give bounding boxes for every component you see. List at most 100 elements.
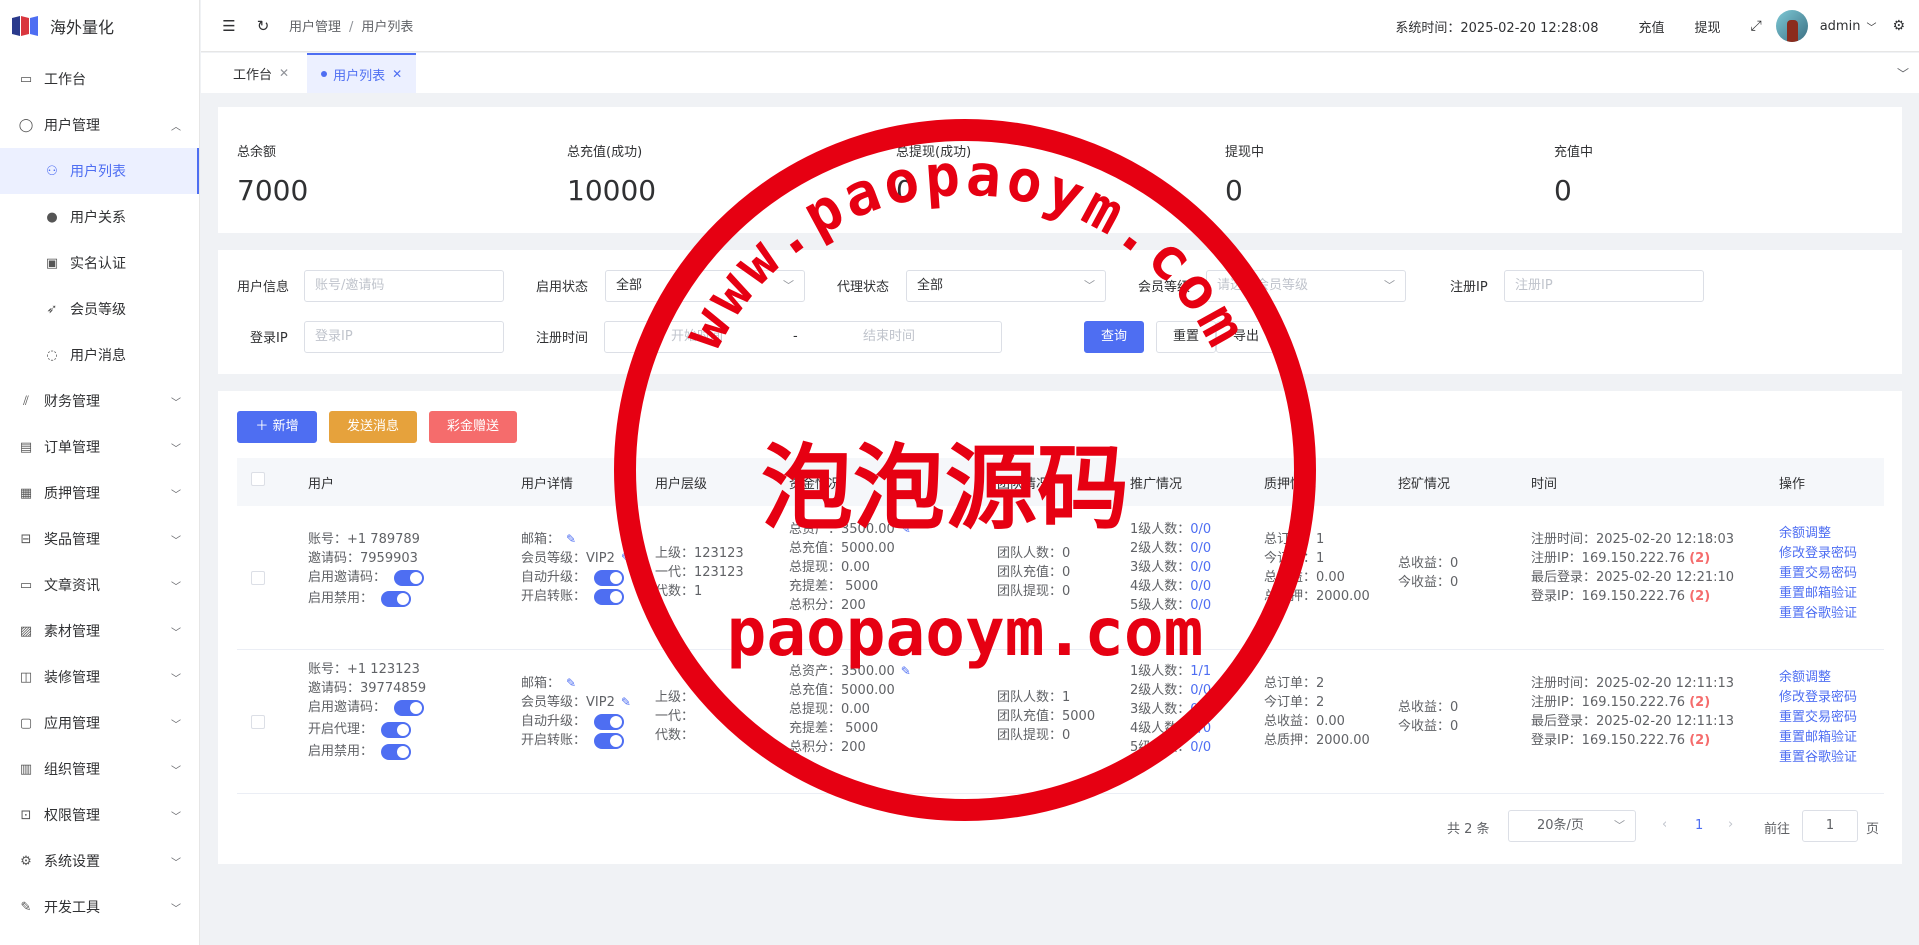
promo-count-link[interactable]: 0/0 xyxy=(1190,681,1211,700)
sidebar-item-permission[interactable]: ⊡ 权限管理 ﹀ xyxy=(0,792,199,838)
username[interactable]: admin xyxy=(1820,19,1861,34)
next-page-icon[interactable]: › xyxy=(1728,817,1733,832)
chevron-down-icon[interactable]: ﹀ xyxy=(1866,19,1876,34)
promo-count-link[interactable]: 0/0 xyxy=(1190,539,1211,558)
sidebar-item-dev-tools[interactable]: ✎ 开发工具 ﹀ xyxy=(0,884,199,930)
invite-code-switch[interactable] xyxy=(394,699,425,716)
edit-icon[interactable]: ✎ xyxy=(566,674,576,693)
login-ip-input[interactable]: 登录IP xyxy=(304,321,504,353)
fullscreen-icon[interactable]: ⤢ xyxy=(1751,18,1762,34)
chevron-down-icon: ﹀ xyxy=(1084,279,1095,292)
edit-icon[interactable]: ✎ xyxy=(901,662,911,681)
reset-email-verify-link[interactable]: 重置邮箱验证 xyxy=(1779,728,1857,748)
balance-adjust-link[interactable]: 余额调整 xyxy=(1779,524,1857,544)
gift-icon: ⊟ xyxy=(20,531,32,547)
user-list-icon: ⚇ xyxy=(46,163,58,179)
reset-google-verify-link[interactable]: 重置谷歌验证 xyxy=(1779,748,1857,768)
lottery-gift-button[interactable]: 彩金赠送 xyxy=(429,411,517,443)
balance-adjust-link[interactable]: 余额调整 xyxy=(1779,668,1857,688)
change-login-password-link[interactable]: 修改登录密码 xyxy=(1779,688,1857,708)
sidebar-item-application[interactable]: ▢ 应用管理 ﹀ xyxy=(0,700,199,746)
add-button[interactable]: ＋ 新增 xyxy=(237,411,317,443)
promo-count-link[interactable]: 0/0 xyxy=(1190,700,1211,719)
menu-fold-icon[interactable]: ☰ xyxy=(219,17,239,35)
th-promotion: 推广情况 xyxy=(1130,477,1183,492)
sidebar-item-finance[interactable]: ⫽ 财务管理 ﹀ xyxy=(0,378,199,424)
export-button[interactable]: 导出 xyxy=(1216,321,1276,353)
prev-page-icon[interactable]: ‹ xyxy=(1662,817,1667,832)
refresh-icon[interactable]: ↻ xyxy=(253,17,273,35)
sidebar-item-decor[interactable]: ◫ 装修管理 ﹀ xyxy=(0,654,199,700)
tab-workbench[interactable]: 工作台 ✕ xyxy=(219,53,303,93)
sidebar-item-user-message[interactable]: ◌ 用户消息 xyxy=(0,332,199,378)
sidebar-item-member-level[interactable]: ➶ 会员等级 xyxy=(0,286,199,332)
goto-page-input[interactable]: 1 xyxy=(1802,810,1858,842)
edit-icon[interactable]: ✎ xyxy=(621,693,631,712)
start-time-input[interactable]: 开始时间 xyxy=(671,322,723,352)
sidebar-item-system-settings[interactable]: ⚙ 系统设置 ﹀ xyxy=(0,838,199,884)
page-1[interactable]: 1 xyxy=(1695,818,1703,833)
sidebar-item-pledge[interactable]: ▦ 质押管理 ﹀ xyxy=(0,470,199,516)
agent-switch[interactable] xyxy=(381,721,412,738)
end-time-input[interactable]: 结束时间 xyxy=(863,322,915,352)
member-level-select[interactable]: 请选择会员等级 ﹀ xyxy=(1206,270,1406,302)
reset-button[interactable]: 重置 xyxy=(1156,321,1216,353)
promo-count-link[interactable]: 0/0 xyxy=(1190,520,1211,539)
avatar[interactable] xyxy=(1775,10,1808,42)
app-name: 海外量化 xyxy=(50,18,115,37)
relation-icon: ● xyxy=(46,209,58,225)
enable-status-select[interactable]: 全部 ﹀ xyxy=(605,270,805,302)
th-user: 用户 xyxy=(308,477,335,492)
breadcrumb-user-management[interactable]: 用户管理 xyxy=(289,20,341,35)
promo-count-link[interactable]: 0/0 xyxy=(1190,577,1211,596)
sidebar-item-prize[interactable]: ⊟ 奖品管理 ﹀ xyxy=(0,516,199,562)
query-button[interactable]: 查询 xyxy=(1084,321,1144,353)
invite-code-switch[interactable] xyxy=(394,569,425,586)
enable-switch[interactable] xyxy=(381,590,412,607)
reset-email-verify-link[interactable]: 重置邮箱验证 xyxy=(1779,584,1857,604)
change-login-password-link[interactable]: 修改登录密码 xyxy=(1779,544,1857,564)
send-message-button[interactable]: 发送消息 xyxy=(329,411,417,443)
agent-status-select[interactable]: 全部 ﹀ xyxy=(906,270,1106,302)
sidebar-item-organization[interactable]: ▥ 组织管理 ﹀ xyxy=(0,746,199,792)
row-checkbox[interactable] xyxy=(251,571,265,585)
transfer-switch[interactable] xyxy=(594,732,625,749)
close-icon[interactable]: ✕ xyxy=(392,67,402,81)
user-info-input[interactable]: 账号/邀请码 xyxy=(304,270,504,302)
logo[interactable]: 海外量化 xyxy=(0,0,199,52)
reset-trade-password-link[interactable]: 重置交易密码 xyxy=(1779,708,1857,728)
sidebar-item-workbench[interactable]: ▭ 工作台 xyxy=(0,56,199,102)
row-checkbox[interactable] xyxy=(251,715,265,729)
transfer-switch[interactable] xyxy=(594,588,625,605)
promo-count-link[interactable]: 0/0 xyxy=(1190,719,1211,738)
settings-icon[interactable]: ⚙ xyxy=(1892,18,1905,34)
promo-count-link[interactable]: 0/0 xyxy=(1190,738,1211,757)
sidebar-item-article[interactable]: ▭ 文章资讯 ﹀ xyxy=(0,562,199,608)
sidebar-item-real-name[interactable]: ▣ 实名认证 xyxy=(0,240,199,286)
chevron-down-icon[interactable]: ﹀ xyxy=(1897,65,1909,82)
page-size-select[interactable]: 20条/页 ﹀ xyxy=(1508,810,1636,842)
reg-ip-input[interactable]: 注册IP xyxy=(1504,270,1704,302)
tab-user-list[interactable]: 用户列表 ✕ xyxy=(307,53,417,93)
auto-upgrade-switch[interactable] xyxy=(594,569,625,586)
enable-switch[interactable] xyxy=(381,743,412,760)
promo-count-link[interactable]: 0/0 xyxy=(1190,558,1211,577)
sidebar-item-user-management[interactable]: ◯ 用户管理 ︿ xyxy=(0,102,199,148)
sidebar-item-user-relation[interactable]: ● 用户关系 xyxy=(0,194,199,240)
withdraw-link[interactable]: 提现 xyxy=(1694,17,1720,36)
auto-upgrade-switch[interactable] xyxy=(594,713,625,730)
edit-icon[interactable]: ✎ xyxy=(566,530,576,549)
recharge-link[interactable]: 充值 xyxy=(1638,17,1664,36)
reset-trade-password-link[interactable]: 重置交易密码 xyxy=(1779,564,1857,584)
select-all-checkbox[interactable] xyxy=(251,472,265,486)
reg-time-range-picker[interactable]: 开始时间 - 结束时间 xyxy=(604,321,1002,353)
sidebar-item-material[interactable]: ▨ 素材管理 ﹀ xyxy=(0,608,199,654)
close-icon[interactable]: ✕ xyxy=(279,66,289,80)
reset-google-verify-link[interactable]: 重置谷歌验证 xyxy=(1779,604,1857,624)
edit-icon[interactable]: ✎ xyxy=(901,520,911,539)
sidebar-item-user-list[interactable]: ⚇ 用户列表 xyxy=(0,148,199,194)
promo-count-link[interactable]: 0/0 xyxy=(1190,596,1211,615)
promo-count-link[interactable]: 1/1 xyxy=(1190,662,1211,681)
sidebar-item-order[interactable]: ▤ 订单管理 ﹀ xyxy=(0,424,199,470)
edit-icon[interactable]: ✎ xyxy=(621,549,631,568)
